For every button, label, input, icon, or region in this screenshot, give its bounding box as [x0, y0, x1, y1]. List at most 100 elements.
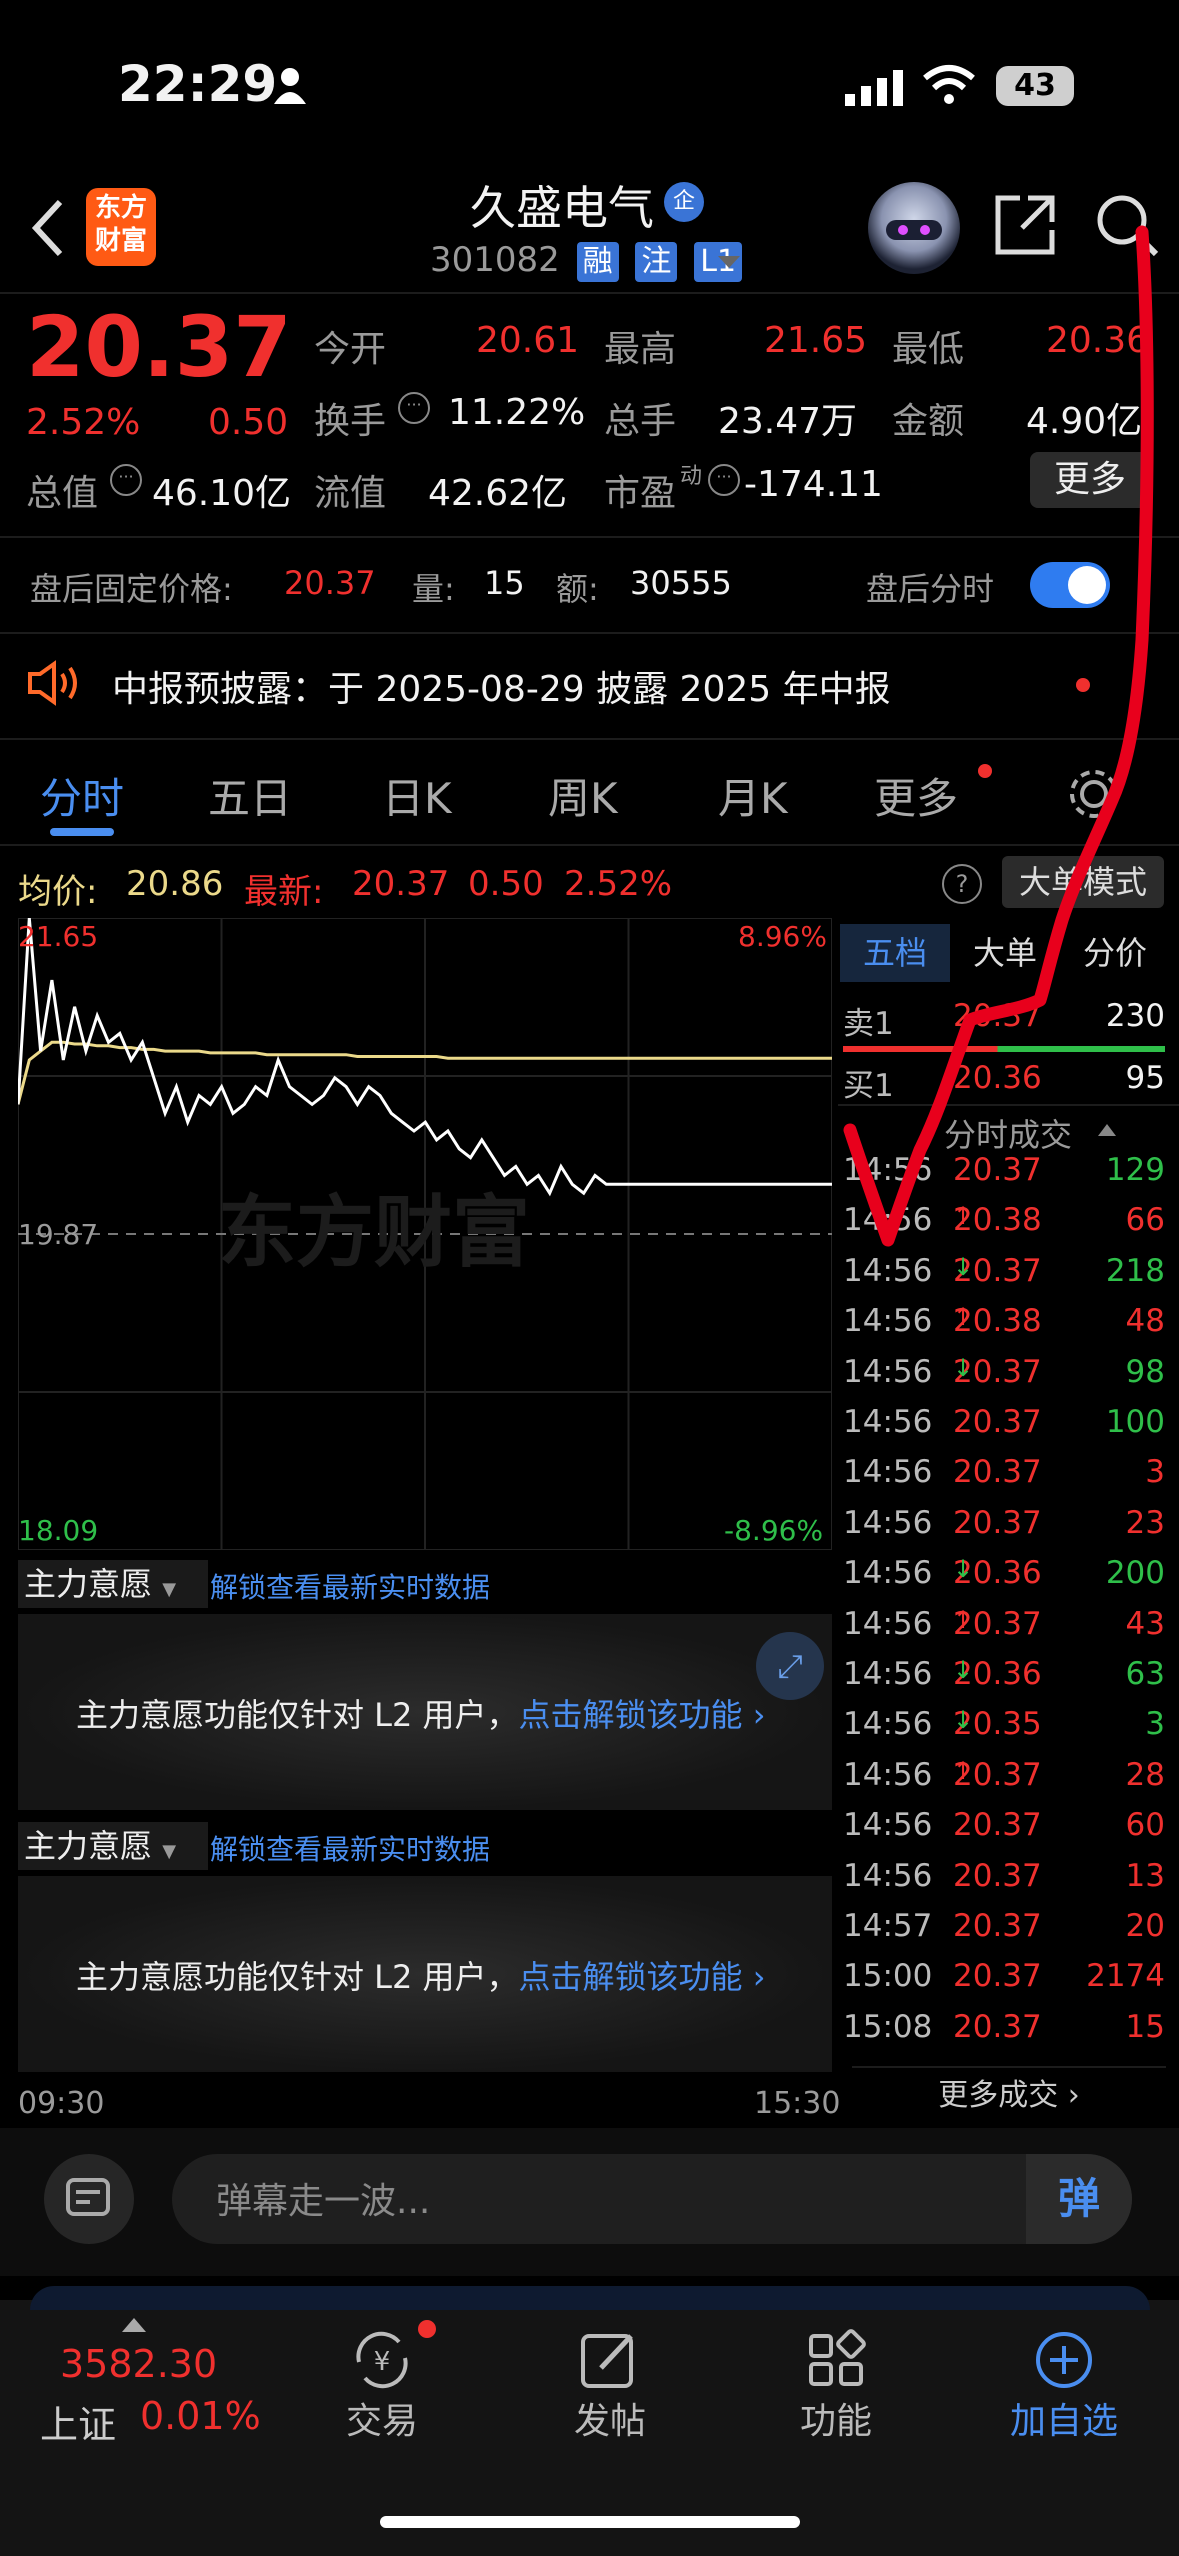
tab-more[interactable]: 更多	[874, 765, 958, 826]
panel-2-body: 主力意愿功能仅针对 L2 用户，点击解锁该功能 ›	[18, 1876, 832, 2072]
open-label: 今开	[314, 329, 387, 370]
tab-intraday[interactable]: 分时	[40, 765, 124, 826]
tick-time: 14:56	[843, 1656, 933, 1692]
home-indicator	[380, 2516, 800, 2528]
tick-time: 15:08	[843, 2008, 933, 2045]
tick-row: 14:56 20.38 ↑ 66	[843, 1202, 1165, 1239]
comment-input[interactable]: 弹幕走一波... 弹	[172, 2154, 1132, 2244]
mktcap-label: 总值	[26, 473, 99, 514]
tick-vol: 20	[1125, 1908, 1165, 1944]
open-value: 20.61	[476, 320, 580, 361]
search-icon[interactable]	[1094, 192, 1160, 258]
change-pct: 2.52%	[26, 402, 141, 443]
y-mid-label: 19.87	[18, 1218, 99, 1251]
info-icon[interactable]: ···	[110, 464, 142, 496]
avg-price-value: 20.86	[126, 864, 224, 904]
index-pct: 0.01%	[140, 2394, 261, 2438]
add-circle-icon	[1036, 2332, 1092, 2388]
panel-2-select[interactable]: 主力意愿 ▼	[18, 1822, 208, 1870]
tab-five-day[interactable]: 五日	[208, 765, 292, 826]
tick-arrow: ↓	[953, 1252, 974, 1281]
big-order-mode-button[interactable]: 大单模式	[1002, 856, 1164, 908]
logo-line-1: 东方	[94, 193, 147, 223]
index-value[interactable]: 3582.30	[60, 2342, 217, 2386]
pct-min-label: -8.96%	[724, 1514, 824, 1547]
after-hours-toggle[interactable]	[1030, 562, 1110, 608]
tab-five-levels[interactable]: 五档	[840, 924, 950, 982]
nav-add-watchlist[interactable]: 加自选	[964, 2320, 1164, 2444]
robot-avatar-icon[interactable]	[868, 182, 960, 274]
danmu-button[interactable]: 弹	[1026, 2154, 1132, 2244]
expand-icon[interactable]: ⤢	[756, 1632, 824, 1700]
buy-1-row: 买1 20.36 95	[843, 1060, 1173, 1110]
wifi-icon	[923, 65, 975, 104]
buy-1-label: 买1	[843, 1068, 894, 1104]
turnover-value: 11.22%	[448, 392, 586, 433]
sell-1-label: 卖1	[843, 1006, 894, 1042]
amount-value: 4.90亿	[1026, 401, 1143, 442]
tab-price-distribution[interactable]: 分价	[1060, 924, 1170, 982]
high-value: 21.65	[764, 320, 868, 361]
caret-up-icon[interactable]	[122, 2318, 146, 2332]
panel-2-unlock-link[interactable]: 点击解锁该功能	[519, 1958, 743, 1996]
more-ticks-button[interactable]: 更多成交 ›	[852, 2066, 1166, 2124]
index-name: 上证	[40, 2403, 117, 2447]
tick-vol: 15	[1125, 2008, 1165, 2045]
panel-2-link[interactable]: 解锁查看最新实时数据	[210, 1828, 490, 1868]
tick-row: 14:56 20.36 ↓ 200	[843, 1555, 1165, 1592]
comment-history-icon[interactable]	[44, 2154, 134, 2244]
tick-vol: 98	[1125, 1353, 1165, 1390]
help-icon[interactable]: ?	[942, 864, 982, 904]
panel-1-select[interactable]: 主力意愿 ▼	[18, 1560, 208, 1608]
stock-name: 久盛电气	[470, 181, 654, 235]
edit-icon	[581, 2334, 633, 2388]
tab-monthly-k[interactable]: 月K	[718, 765, 788, 826]
back-icon[interactable]	[28, 198, 68, 258]
tick-time: 14:56	[843, 1404, 933, 1440]
tab-weekly-k[interactable]: 周K	[548, 765, 618, 826]
trade-icon: ¥	[356, 2331, 408, 2389]
more-button[interactable]: 更多	[1030, 452, 1150, 508]
tick-time: 14:56	[843, 1706, 933, 1743]
tick-vol: 129	[1105, 1152, 1165, 1188]
tab-big-orders[interactable]: 大单	[950, 924, 1060, 982]
tab-daily-k[interactable]: 日K	[382, 765, 452, 826]
tick-row: 14:56 20.37 60	[843, 1807, 1165, 1844]
panel-1-unlock-link[interactable]: 点击解锁该功能	[519, 1696, 743, 1734]
signal-icon	[845, 70, 903, 106]
panel-1-link[interactable]: 解锁查看最新实时数据	[210, 1566, 490, 1606]
svg-text:¥: ¥	[374, 2347, 391, 2377]
panel-2-select-label: 主力意愿	[24, 1827, 153, 1865]
nav-trade[interactable]: ¥ 交易	[282, 2320, 482, 2444]
after-hours-price: 20.37	[284, 564, 376, 602]
info-icon[interactable]: ···	[708, 464, 740, 496]
tick-arrow: ↓	[953, 1353, 974, 1382]
settings-gear-icon[interactable]	[1066, 766, 1122, 822]
stock-code-row: 301082 融 注 L1	[430, 240, 743, 282]
latest-label: 最新:	[244, 872, 324, 912]
tick-row: 14:56 20.37 23	[843, 1504, 1165, 1541]
app-logo: 东方 财富	[86, 188, 156, 266]
tick-row: 14:56 20.37 ↑ 43	[843, 1605, 1165, 1642]
mktcap-value: 46.10亿	[152, 473, 292, 514]
person-icon	[274, 68, 306, 104]
info-icon[interactable]: ···	[398, 392, 430, 424]
tick-time: 14:56	[843, 1504, 933, 1541]
sell-1-vol: 230	[1105, 998, 1165, 1034]
caret-up-icon[interactable]	[1098, 1124, 1116, 1136]
tick-arrow: ↓	[953, 1656, 974, 1684]
nav-add-label: 加自选	[1009, 2401, 1118, 2442]
nav-func[interactable]: 功能	[736, 2320, 936, 2444]
caret-down-icon[interactable]	[718, 256, 740, 270]
tick-vol: 66	[1125, 1202, 1165, 1239]
tick-time: 14:56	[843, 1857, 933, 1894]
nav-post[interactable]: 发帖	[510, 2320, 710, 2444]
tick-arrow: ↑	[953, 1756, 974, 1785]
pe-superscript: 动	[680, 464, 703, 489]
share-icon[interactable]	[992, 192, 1058, 258]
after-hours-vol-label: 量:	[412, 570, 455, 608]
tick-time: 14:56	[843, 1152, 933, 1188]
tick-vol: 218	[1105, 1252, 1165, 1289]
notice-text[interactable]: 中报预披露：于 2025-08-29 披露 2025 年中报	[112, 660, 891, 712]
tick-time: 14:56	[843, 1756, 933, 1793]
